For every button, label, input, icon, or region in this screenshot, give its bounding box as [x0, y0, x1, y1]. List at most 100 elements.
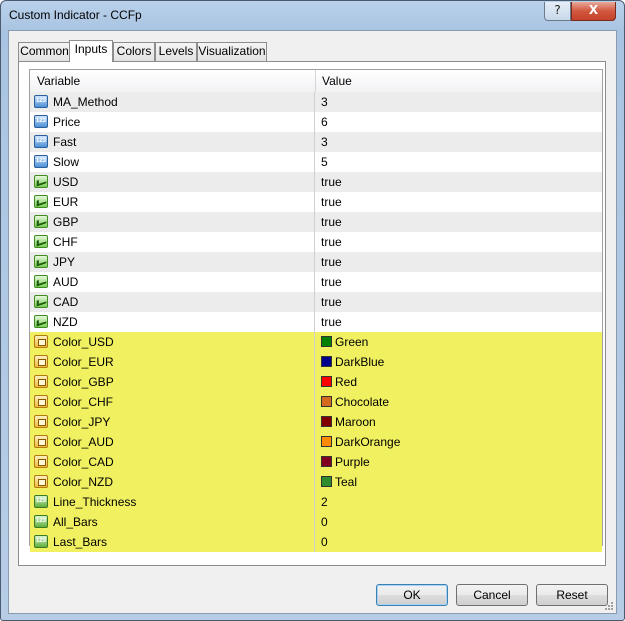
cancel-button[interactable]: Cancel	[456, 584, 528, 606]
variable-cell[interactable]: CHF	[30, 232, 315, 252]
integer-icon	[34, 495, 48, 508]
value-cell[interactable]: DarkBlue	[316, 352, 602, 372]
boolean-icon	[34, 315, 48, 328]
value-cell[interactable]: true	[316, 232, 602, 252]
table-row[interactable]: Color_EUR DarkBlue	[30, 352, 602, 372]
value-cell[interactable]: 0	[316, 532, 602, 552]
table-row[interactable]: Color_GBP Red	[30, 372, 602, 392]
boolean-icon	[34, 235, 48, 248]
table-row[interactable]: All_Bars 0	[30, 512, 602, 532]
table-row[interactable]: AUD true	[30, 272, 602, 292]
table-row[interactable]: Line_Thickness 2	[30, 492, 602, 512]
variable-cell[interactable]: All_Bars	[30, 512, 315, 532]
tab-colors[interactable]: Colors	[113, 42, 155, 61]
boolean-icon	[34, 215, 48, 228]
value-cell[interactable]: 3	[316, 92, 602, 112]
value-cell[interactable]: Green	[316, 332, 602, 352]
variable-cell[interactable]: Color_USD	[30, 332, 315, 352]
value-cell[interactable]: 3	[316, 132, 602, 152]
color-icon	[34, 355, 48, 368]
variable-cell[interactable]: AUD	[30, 272, 315, 292]
variable-cell[interactable]: Fast	[30, 132, 315, 152]
value-cell[interactable]: Teal	[316, 472, 602, 492]
variable-cell[interactable]: USD	[30, 172, 315, 192]
value-cell[interactable]: 5	[316, 152, 602, 172]
ok-button[interactable]: OK	[376, 584, 448, 606]
value-cell[interactable]: true	[316, 252, 602, 272]
table-row[interactable]: JPY true	[30, 252, 602, 272]
variable-cell[interactable]: Color_EUR	[30, 352, 315, 372]
column-header-variable[interactable]: Variable	[37, 70, 80, 92]
value-cell[interactable]: 0	[316, 512, 602, 532]
table-row[interactable]: Color_CAD Purple	[30, 452, 602, 472]
variable-cell[interactable]: Color_CAD	[30, 452, 315, 472]
integer-icon	[34, 135, 48, 148]
variable-cell[interactable]: Color_NZD	[30, 472, 315, 492]
variable-cell[interactable]: Color_CHF	[30, 392, 315, 412]
table-row[interactable]: Color_JPY Maroon	[30, 412, 602, 432]
value-cell[interactable]: Red	[316, 372, 602, 392]
color-swatch	[321, 476, 332, 487]
table-row[interactable]: MA_Method 3	[30, 92, 602, 112]
integer-icon	[34, 115, 48, 128]
resize-grip-icon[interactable]	[604, 601, 614, 611]
table-row[interactable]: EUR true	[30, 192, 602, 212]
variable-cell[interactable]: Color_AUD	[30, 432, 315, 452]
integer-icon	[34, 535, 48, 548]
table-row[interactable]: Color_AUD DarkOrange	[30, 432, 602, 452]
color-swatch	[321, 456, 332, 467]
variable-cell[interactable]: CAD	[30, 292, 315, 312]
variable-cell[interactable]: Color_GBP	[30, 372, 315, 392]
variable-cell[interactable]: Slow	[30, 152, 315, 172]
variable-cell[interactable]: EUR	[30, 192, 315, 212]
table-row[interactable]: Color_USD Green	[30, 332, 602, 352]
value-cell[interactable]: true	[316, 312, 602, 332]
table-row[interactable]: NZD true	[30, 312, 602, 332]
color-swatch	[321, 376, 332, 387]
value-cell[interactable]: DarkOrange	[316, 432, 602, 452]
tab-inputs[interactable]: Inputs	[69, 40, 113, 62]
value-cell[interactable]: true	[316, 192, 602, 212]
variable-cell[interactable]: Last_Bars	[30, 532, 315, 552]
dialog-client-area: Common Inputs Colors Levels Visualizatio…	[8, 30, 617, 614]
variable-cell[interactable]: Line_Thickness	[30, 492, 315, 512]
value-cell[interactable]: Purple	[316, 452, 602, 472]
table-row[interactable]: Color_CHF Chocolate	[30, 392, 602, 412]
variable-value: Teal	[335, 475, 358, 489]
table-row[interactable]: Price 6	[30, 112, 602, 132]
value-cell[interactable]: true	[316, 272, 602, 292]
value-cell[interactable]: true	[316, 212, 602, 232]
table-row[interactable]: Last_Bars 0	[30, 532, 602, 552]
variable-cell[interactable]: MA_Method	[30, 92, 315, 112]
variable-cell[interactable]: JPY	[30, 252, 315, 272]
help-button[interactable]: ?	[544, 2, 571, 21]
reset-button[interactable]: Reset	[536, 584, 608, 606]
table-row[interactable]: USD true	[30, 172, 602, 192]
column-divider[interactable]	[315, 70, 316, 92]
variable-value: Red	[335, 375, 358, 389]
tab-visualization[interactable]: Visualization	[197, 42, 267, 61]
table-row[interactable]: GBP true	[30, 212, 602, 232]
variable-name: AUD	[53, 275, 79, 289]
close-button[interactable]: X	[571, 2, 616, 21]
table-row[interactable]: Slow 5	[30, 152, 602, 172]
table-row[interactable]: Color_NZD Teal	[30, 472, 602, 492]
table-row[interactable]: CAD true	[30, 292, 602, 312]
variable-cell[interactable]: Price	[30, 112, 315, 132]
table-row[interactable]: Fast 3	[30, 132, 602, 152]
value-cell[interactable]: Maroon	[316, 412, 602, 432]
variable-cell[interactable]: GBP	[30, 212, 315, 232]
value-cell[interactable]: 6	[316, 112, 602, 132]
variable-cell[interactable]: NZD	[30, 312, 315, 332]
value-cell[interactable]: true	[316, 292, 602, 312]
boolean-icon	[34, 275, 48, 288]
value-cell[interactable]: Chocolate	[316, 392, 602, 412]
title-bar[interactable]: Custom Indicator - CCFp ? X	[1, 1, 624, 31]
value-cell[interactable]: 2	[316, 492, 602, 512]
variable-cell[interactable]: Color_JPY	[30, 412, 315, 432]
column-header-value[interactable]: Value	[322, 70, 352, 92]
tab-levels[interactable]: Levels	[155, 42, 197, 61]
tab-common[interactable]: Common	[18, 42, 71, 61]
table-row[interactable]: CHF true	[30, 232, 602, 252]
value-cell[interactable]: true	[316, 172, 602, 192]
